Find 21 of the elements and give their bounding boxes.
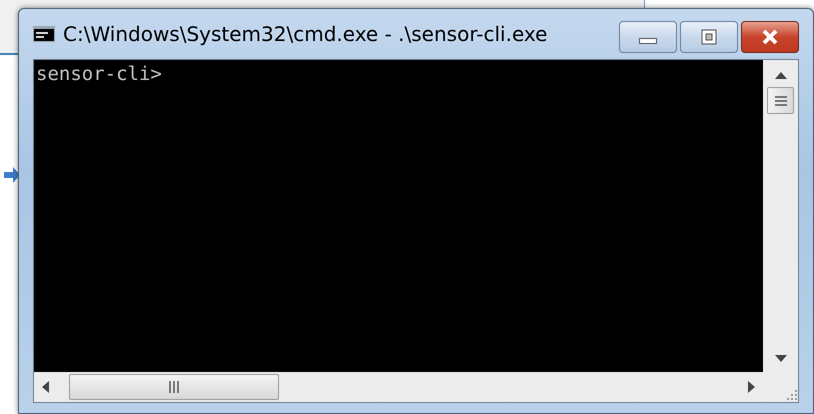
minimize-button[interactable] bbox=[619, 21, 677, 53]
window-title: C:\Windows\System32\cmd.exe - .\sensor-cli.exe bbox=[63, 22, 548, 46]
minimize-icon bbox=[639, 38, 657, 44]
right-arrow-icon[interactable] bbox=[748, 381, 755, 393]
vertical-scrollbar[interactable] bbox=[763, 60, 798, 372]
left-arrow-icon[interactable] bbox=[42, 381, 49, 393]
arrow-icon bbox=[4, 167, 20, 183]
close-icon bbox=[761, 29, 779, 45]
scroll-thumb[interactable] bbox=[69, 374, 279, 400]
console-line: sensor-cli> bbox=[36, 62, 163, 86]
maximize-icon bbox=[701, 29, 717, 45]
down-arrow-icon[interactable] bbox=[774, 355, 786, 362]
resize-grip-icon[interactable] bbox=[784, 388, 798, 402]
maximize-button[interactable] bbox=[680, 21, 738, 53]
console-app-icon bbox=[33, 26, 55, 42]
scroll-thumb[interactable] bbox=[767, 87, 794, 114]
horizontal-scrollbar[interactable] bbox=[34, 372, 763, 402]
grip-icon bbox=[169, 381, 179, 393]
grip-icon bbox=[774, 96, 788, 106]
close-button[interactable] bbox=[741, 21, 799, 53]
up-arrow-icon[interactable] bbox=[774, 72, 786, 79]
